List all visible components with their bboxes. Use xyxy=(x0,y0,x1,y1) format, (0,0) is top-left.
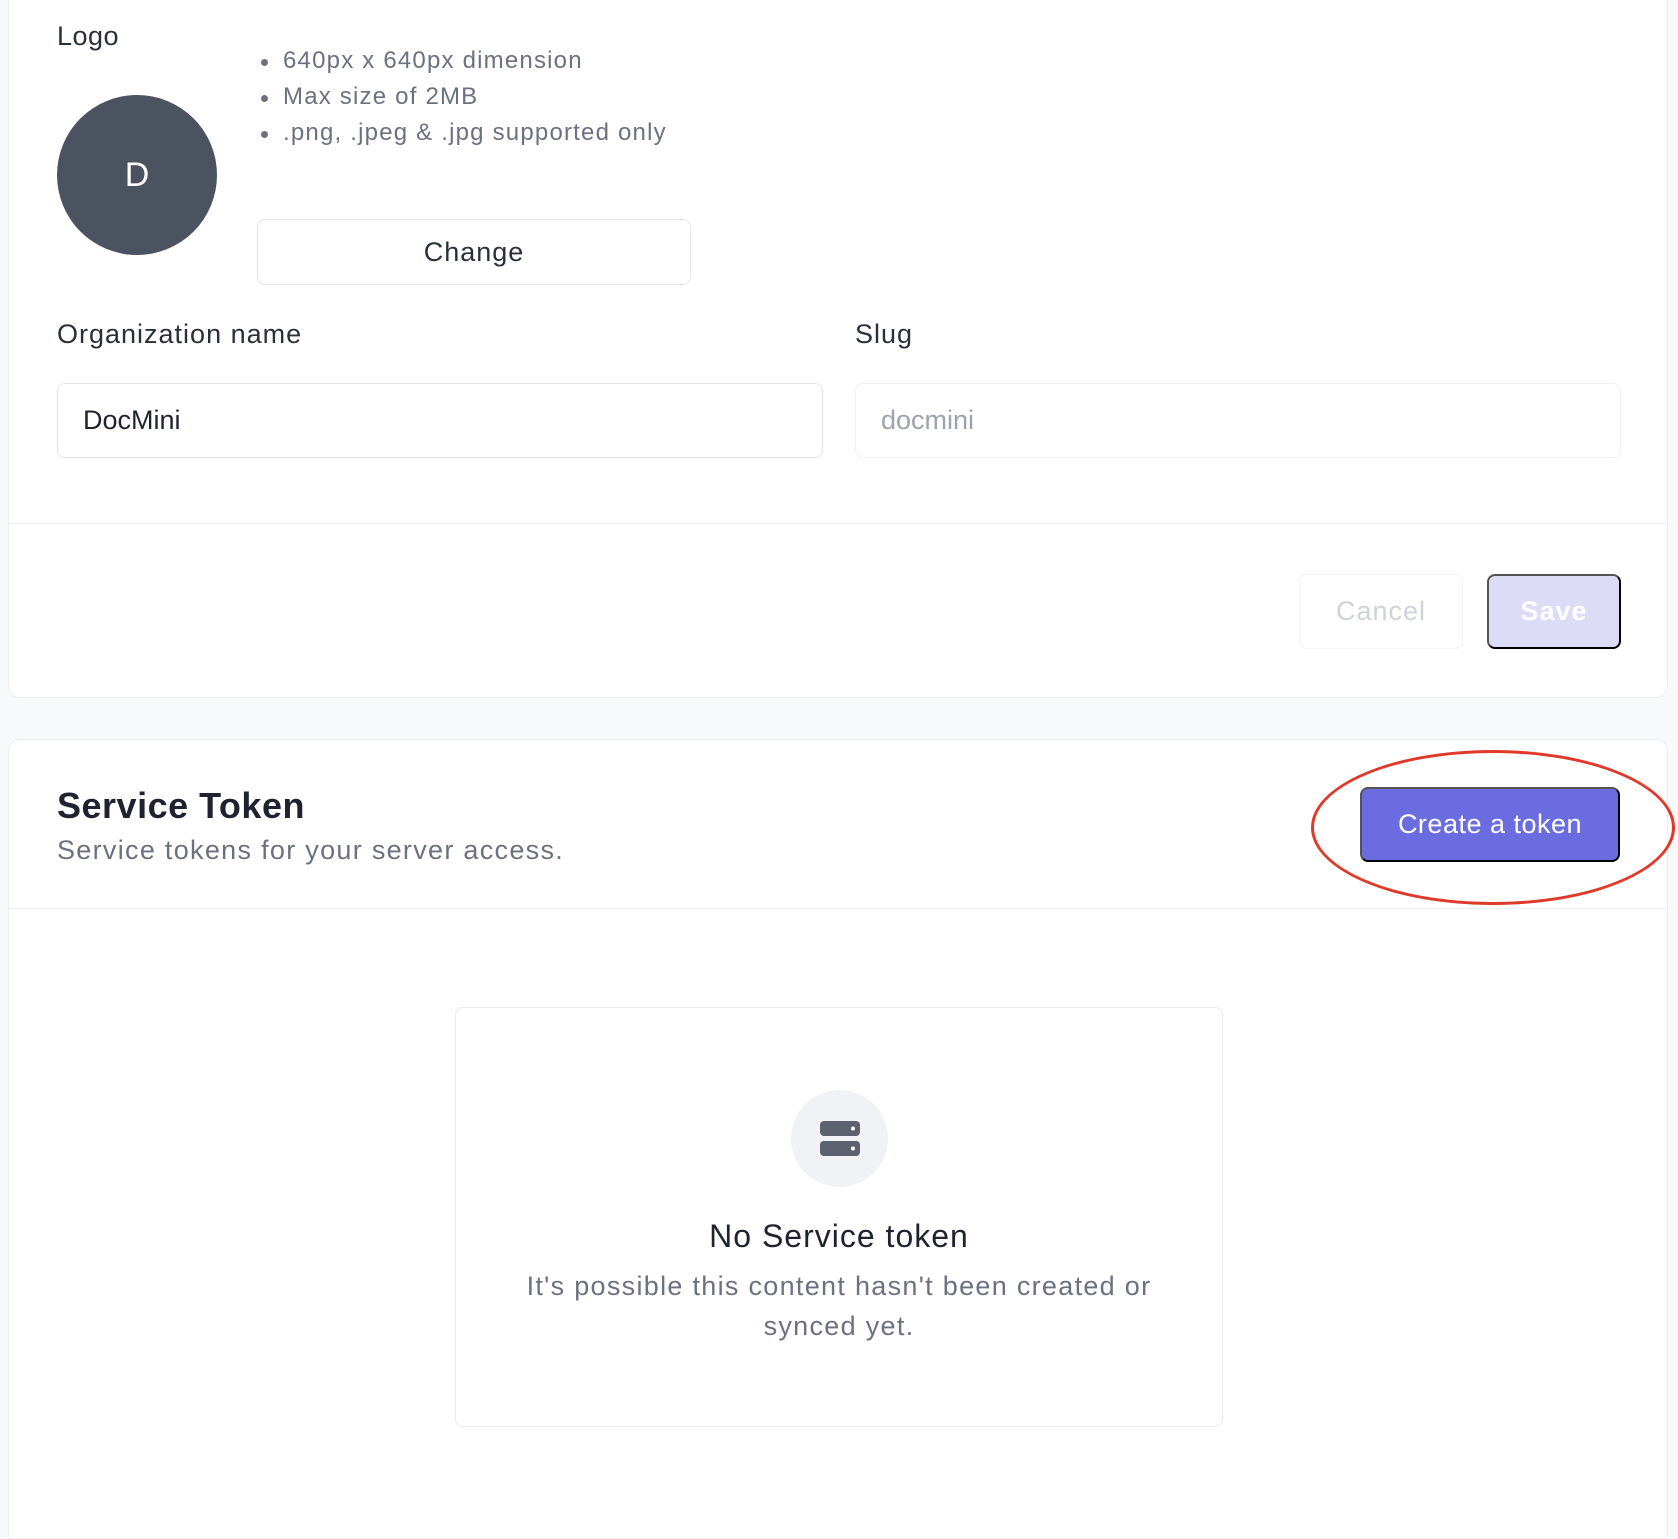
save-button[interactable]: Save xyxy=(1487,574,1621,649)
logo-requirement-size: Max size of 2MB xyxy=(259,79,667,115)
slug-input xyxy=(855,383,1621,458)
service-token-subtitle: Service tokens for your server access. xyxy=(57,835,565,865)
change-logo-button[interactable]: Change xyxy=(257,219,691,285)
cancel-button[interactable]: Cancel xyxy=(1299,574,1463,649)
service-token-title: Service Token xyxy=(57,785,305,826)
section-divider xyxy=(9,523,1667,524)
organization-avatar: D xyxy=(57,95,217,255)
slug-label: Slug xyxy=(855,319,914,349)
server-icon xyxy=(819,1120,860,1156)
organization-name-input[interactable] xyxy=(57,383,823,458)
service-token-card: Service Token Service tokens for your se… xyxy=(8,739,1675,1539)
organization-name-label: Organization name xyxy=(57,319,303,349)
server-icon-container xyxy=(791,1090,888,1187)
organization-settings-card: Logo D 640px x 640px dimension Max size … xyxy=(8,0,1668,698)
logo-requirement-format: .png, .jpeg & .jpg supported only xyxy=(259,115,667,151)
empty-state-description: It's possible this content hasn't been c… xyxy=(526,1271,1152,1341)
logo-requirement-dimension: 640px x 640px dimension xyxy=(259,43,667,79)
logo-requirements-list: 640px x 640px dimension Max size of 2MB … xyxy=(259,43,667,151)
empty-state-title: No Service token xyxy=(709,1218,969,1254)
avatar-initial: D xyxy=(124,155,150,194)
section-divider xyxy=(9,908,1667,909)
create-token-button[interactable]: Create a token xyxy=(1360,787,1620,862)
empty-state: No Service token It's possible this cont… xyxy=(455,1007,1223,1427)
logo-label: Logo xyxy=(57,21,120,51)
